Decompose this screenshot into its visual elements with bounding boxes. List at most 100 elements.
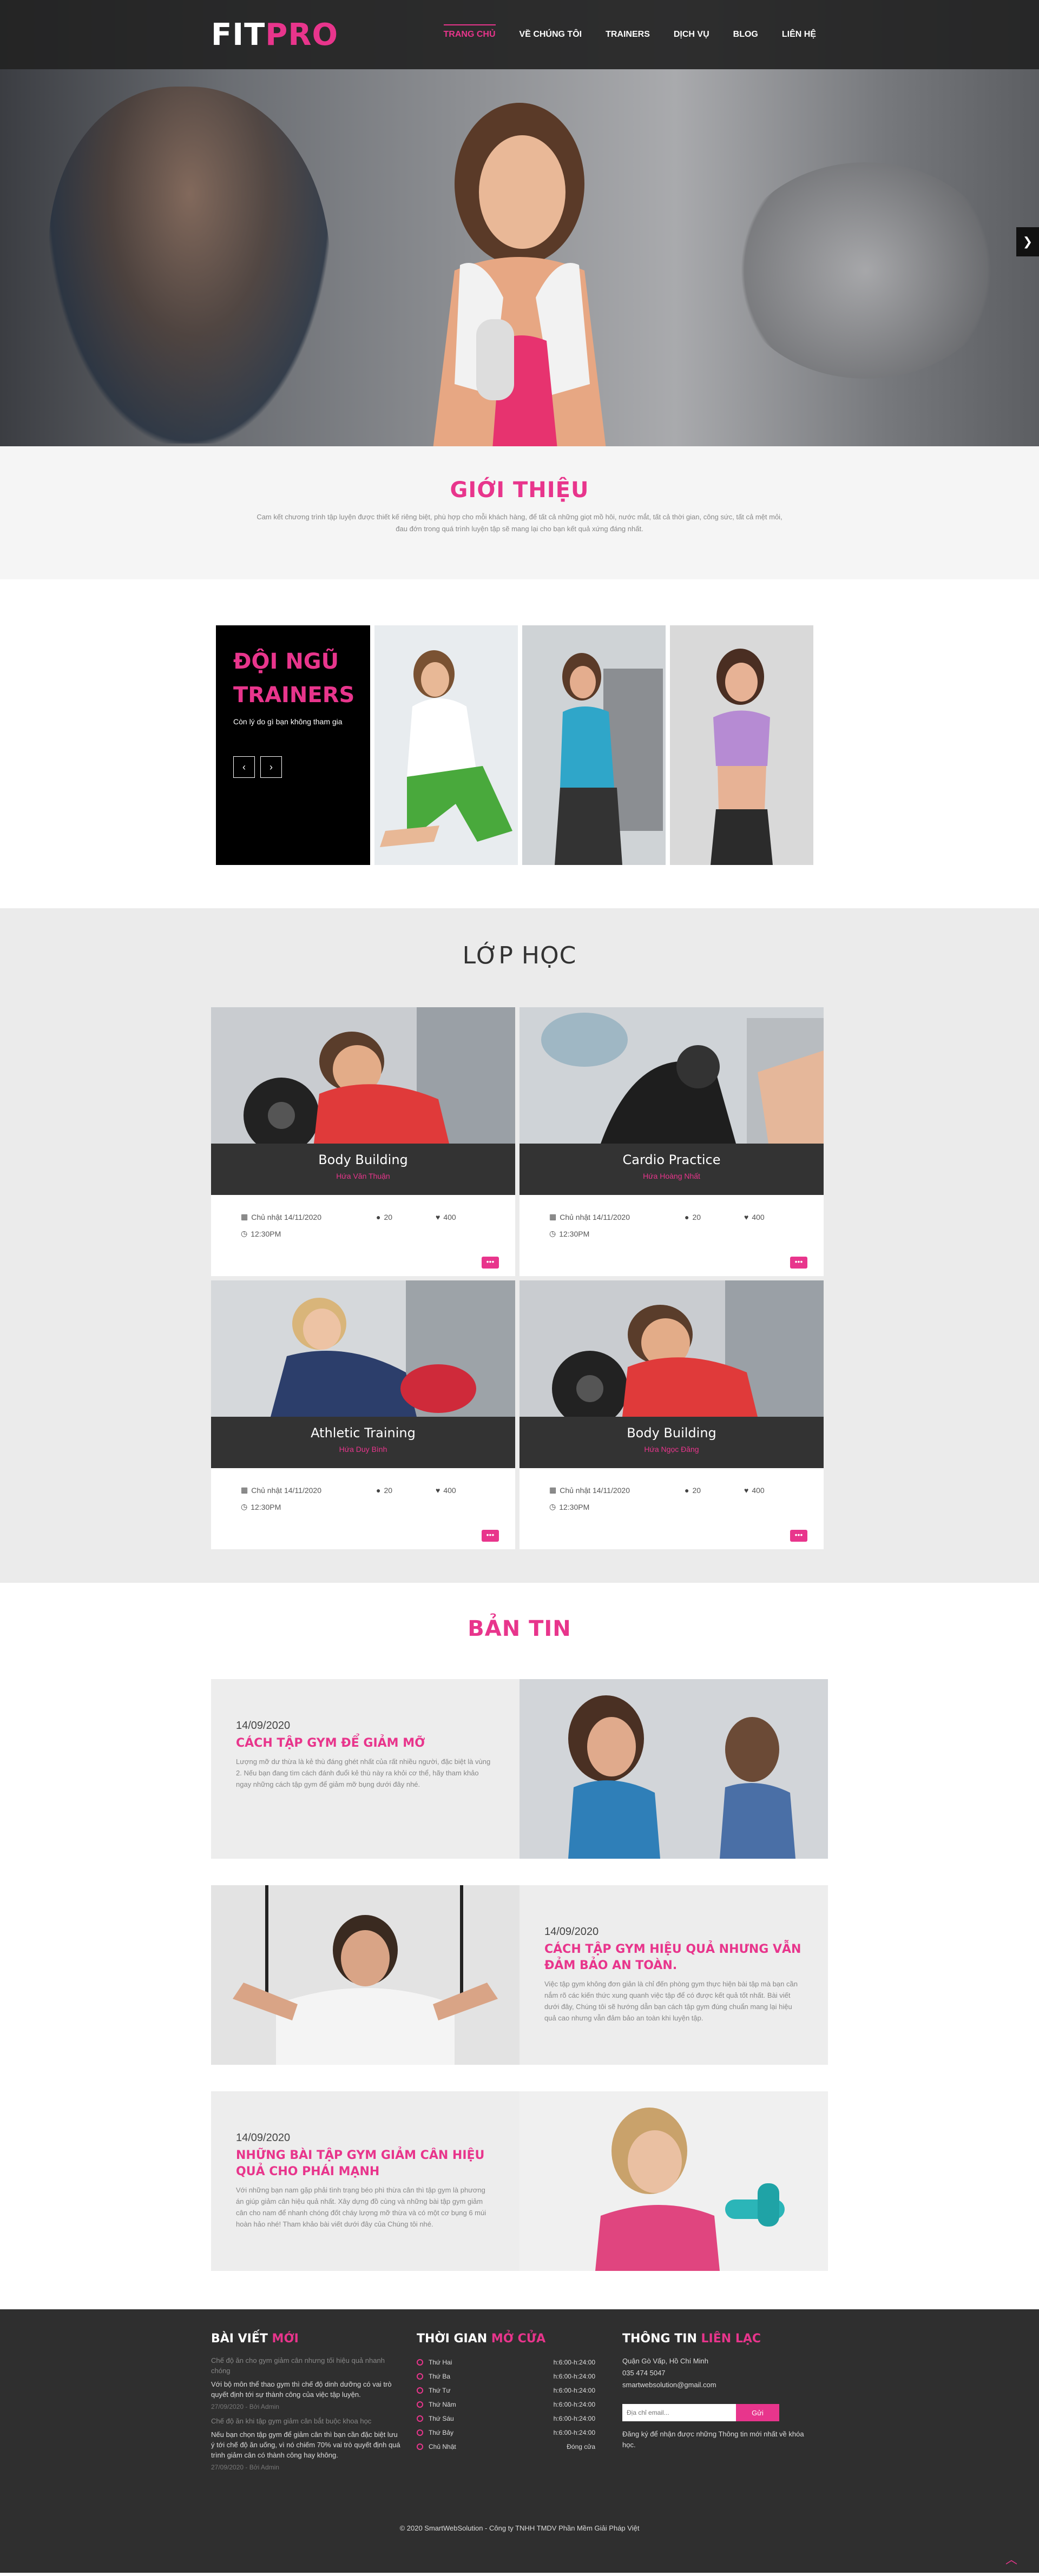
trainer-photo[interactable] [670,625,813,865]
news-item[interactable]: 14/09/2020 NHỮNG BÀI TẬP GYM GIẢM CÂN HI… [211,2091,828,2271]
trainers-subtitle: Còn lý do gì bạn không tham gia [233,717,343,726]
comment-icon: ● [376,1212,381,1221]
comment-icon: ● [685,1485,689,1495]
footer-contact-title: THÔNG TIN LIÊN LẠC [622,2332,761,2346]
newsletter-form: Gửi [622,2404,812,2421]
nav-services[interactable]: DỊCH VỤ [662,19,721,50]
more-button[interactable]: ••• [482,1530,499,1542]
clock-icon [417,2429,423,2436]
class-name: Body Building [627,1425,716,1441]
class-image [520,1280,824,1417]
news-title-link[interactable]: NHỮNG BÀI TẬP GYM GIẢM CÂN HIỆU QUẢ CHO … [236,2148,495,2180]
news-excerpt: Việc tập gym không đơn giản là chỉ đến p… [544,1980,798,2022]
newsletter-submit-button[interactable]: Gửi [736,2404,779,2421]
hours-row: Thứ Bảy h:6:00-h:24:00 [417,2426,595,2440]
back-to-top-button[interactable]: ︿ [1005,2550,1017,2567]
heart-icon: ♥ [436,1485,440,1495]
contact-email[interactable]: smartwebsolution@gmail.com [622,2379,812,2391]
hero-background-figure [49,87,330,444]
site-footer: BÀI VIẾT MỚI Chế độ ăn cho gym giảm cân … [0,2309,1039,2573]
trainers-prev-button[interactable]: ‹ [233,756,255,778]
clock-icon: ◷ [549,1502,556,1511]
trainers-next-button[interactable]: › [260,756,282,778]
news-item[interactable]: 14/09/2020 CÁCH TẬP GYM HIỆU QUẢ NHƯNG V… [211,1885,828,2065]
hours-row: Chủ Nhật Đóng cửa [417,2440,595,2454]
classes-section: LỚP HỌC Body Building Hứa Văn Thuận ▦ Ch… [0,908,1039,1583]
hero-next-button[interactable]: ❯ [1016,227,1039,256]
news-date: 14/09/2020 [236,1720,291,1732]
hero-woman-image [433,103,606,446]
trainer-photo[interactable] [374,625,518,865]
news-item[interactable]: 14/09/2020 CÁCH TẬP GYM ĐỂ GIẢM MỠ Lượng… [211,1679,828,1859]
news-image [520,2091,828,2271]
heart-icon: ♥ [744,1212,749,1221]
nav-home[interactable]: TRANG CHỦ [432,19,508,50]
footer-posts: BÀI VIẾT MỚI Chế độ ăn cho gym giảm cân … [211,2332,417,2476]
clock-icon [417,2387,423,2394]
comment-icon: ● [685,1212,689,1221]
footer-hours-title: THỜI GIAN MỞ CỬA [417,2332,546,2346]
hours-row: Thứ Tư h:6:00-h:24:00 [417,2383,595,2397]
trainers-title: ĐỘI NGŨ TRAINERS [233,649,355,708]
class-image [520,1007,824,1144]
clock-icon: ◷ [549,1229,556,1238]
chevron-up-icon: ︿ [1005,2553,1017,2566]
comment-icon: ● [376,1485,381,1495]
class-coach: Hứa Ngọc Đăng [644,1445,699,1454]
news-image [211,1885,520,2065]
class-card[interactable]: Cardio Practice Hứa Hoàng Nhất ▦ Chủ nhật… [520,1007,824,1276]
trainer-photo[interactable] [522,625,666,865]
class-name: Cardio Practice [622,1152,721,1167]
nav-contact[interactable]: LIÊN HỆ [770,19,828,50]
class-coach: Hứa Văn Thuận [336,1172,390,1180]
clock-icon: ◷ [241,1229,248,1238]
footer-hours: THỜI GIAN MỞ CỬA Thứ Hai h:6:00-h:24:00 T… [417,2332,622,2476]
contact-address: Quận Gò Vấp, Hồ Chí Minh [622,2357,708,2365]
class-coach: Hứa Hoàng Nhất [643,1172,700,1180]
nav-trainers[interactable]: TRAINERS [594,19,662,50]
news-section: BẢN TIN 14/09/2020 CÁCH TẬP GYM ĐỂ GIẢM … [0,1583,1039,2309]
hours-row: Thứ Sáu h:6:00-h:24:00 [417,2412,595,2426]
newsletter-note: Đăng ký để nhận được những Thông tin mới… [622,2430,804,2449]
main-nav: TRANG CHỦ VỀ CHÚNG TÔI TRAINERS DỊCH VỤ … [432,19,828,50]
news-title-link[interactable]: CÁCH TẬP GYM HIỆU QUẢ NHƯNG VẪN ĐẢM BẢO … [544,1941,803,1974]
more-button[interactable]: ••• [482,1257,499,1269]
hours-row: Thứ Năm h:6:00-h:24:00 [417,2397,595,2412]
nav-about[interactable]: VỀ CHÚNG TÔI [508,19,594,50]
clock-icon [417,2415,423,2422]
news-title-link[interactable]: CÁCH TẬP GYM ĐỂ GIẢM MỠ [236,1735,495,1752]
intro-title: GIỚI THIỆU [450,478,589,503]
class-name: Athletic Training [311,1425,416,1441]
heart-icon: ♥ [744,1485,749,1495]
logo[interactable]: FITPRO [211,17,338,52]
site-header: FITPRO TRANG CHỦ VỀ CHÚNG TÔI TRAINERS D… [0,0,1039,69]
news-title: BẢN TIN [468,1616,571,1641]
class-card[interactable]: Body Building Hứa Văn Thuận ▦ Chủ nhật 14… [211,1007,515,1276]
class-card[interactable]: Body Building Hứa Ngọc Đăng ▦ Chủ nhật 14… [520,1280,824,1549]
footer-contact: THÔNG TIN LIÊN LẠC Quận Gò Vấp, Hồ Chí M… [622,2332,828,2476]
news-date: 14/09/2020 [236,2132,291,2144]
classes-title: LỚP HỌC [462,942,577,969]
contact-phone[interactable]: 035 474 5047 [622,2367,812,2379]
more-button[interactable]: ••• [790,1257,807,1269]
news-date: 14/09/2020 [544,1926,599,1938]
calendar-icon: ▦ [241,1212,248,1221]
class-card[interactable]: Athletic Training Hứa Duy Bình ▦ Chủ nhật… [211,1280,515,1549]
trainers-promo: ĐỘI NGŨ TRAINERS Còn lý do gì bạn không … [216,625,370,865]
intro-text: Cam kết chương trình tập luyện được thiế… [257,513,782,533]
class-name: Body Building [318,1152,408,1167]
chevron-right-icon: ❯ [1022,235,1033,248]
class-image [211,1280,515,1417]
hours-row: Thứ Hai h:6:00-h:24:00 [417,2355,595,2369]
clock-icon: ◷ [241,1502,248,1511]
clock-icon [417,2401,423,2408]
footer-post[interactable]: Chế độ ăn khi tập gym giảm cân bắt buộc … [211,2416,400,2471]
nav-blog[interactable]: BLOG [721,19,770,50]
newsletter-email-input[interactable] [622,2404,736,2421]
class-image [211,1007,515,1144]
calendar-icon: ▦ [549,1212,557,1221]
footer-post[interactable]: Chế độ ăn cho gym giảm cân nhưng tối hiệ… [211,2355,400,2410]
more-button[interactable]: ••• [790,1530,807,1542]
clock-icon [417,2373,423,2380]
hours-row: Thứ Ba h:6:00-h:24:00 [417,2369,595,2383]
